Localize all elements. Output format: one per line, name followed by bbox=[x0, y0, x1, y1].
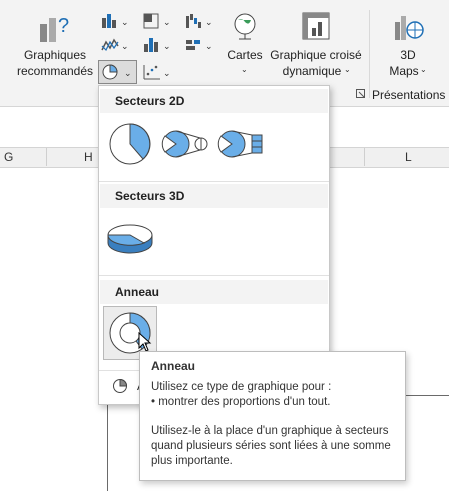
hierarchy-chart-icon: ⌄ bbox=[143, 13, 171, 29]
svg-text:⌄: ⌄ bbox=[205, 41, 213, 51]
svg-text:⌄: ⌄ bbox=[163, 41, 171, 51]
column-divider bbox=[364, 148, 365, 166]
combo-chart-icon: ⌄ bbox=[186, 40, 213, 51]
scatter-chart-icon: ⌄ bbox=[143, 65, 171, 80]
globe-icon bbox=[234, 13, 256, 40]
column-divider bbox=[46, 148, 47, 166]
section-header-donut: Anneau bbox=[100, 280, 328, 304]
column-header-l[interactable]: L bbox=[405, 150, 412, 164]
maps-chevron-icon: ⌄ bbox=[241, 65, 248, 74]
tooltip-line: • montrer des proportions d'un tout. bbox=[151, 396, 331, 408]
column-chart-icon: ⌄ bbox=[102, 14, 129, 28]
bar-of-pie-button[interactable] bbox=[215, 124, 267, 164]
svg-text:⌄: ⌄ bbox=[121, 41, 129, 51]
section-title-donut: Anneau bbox=[115, 285, 160, 299]
ribbon-separator bbox=[369, 10, 370, 98]
3d-maps-button[interactable]: 3D Maps ⌄ bbox=[380, 8, 436, 88]
statistic-chart-button[interactable]: ⌄ bbox=[142, 36, 172, 54]
waterfall-chart-icon: ⌄ bbox=[186, 14, 213, 28]
section-divider bbox=[99, 275, 329, 276]
pivot-chart-label-line1: Graphique croisé bbox=[270, 48, 362, 62]
column-header-h[interactable]: H bbox=[84, 150, 93, 164]
pie-2d-button[interactable] bbox=[105, 120, 155, 168]
3d-maps-chevron-icon: ⌄ bbox=[420, 65, 427, 74]
pivot-chart-chevron-icon: ⌄ bbox=[344, 65, 351, 74]
section-header-3d: Secteurs 3D bbox=[100, 184, 328, 208]
tooltip-line: plus importante. bbox=[151, 455, 233, 467]
section-header-2d: Secteurs 2D bbox=[100, 89, 328, 113]
recommended-charts-icon: ? bbox=[40, 15, 69, 42]
section-title-2d: Secteurs 2D bbox=[115, 94, 185, 108]
pie-2d-icon bbox=[109, 123, 151, 165]
recommended-charts-button[interactable]: ? Graphiques recommandés bbox=[14, 8, 96, 88]
section-title-3d: Secteurs 3D bbox=[115, 189, 185, 203]
pie-of-pie-button[interactable] bbox=[159, 124, 211, 164]
pie-chart-button[interactable]: ⌄ bbox=[98, 60, 137, 84]
column-chart-button[interactable]: ⌄ bbox=[100, 12, 130, 30]
chart-object-edge bbox=[404, 395, 449, 396]
3d-maps-label-line1: 3D bbox=[400, 48, 416, 62]
column-header-g[interactable]: G bbox=[4, 150, 13, 164]
donut-tooltip: Anneau Utilisez ce type de graphique pou… bbox=[139, 351, 406, 481]
tooltip-line: quand plusieurs séries sont liées à une … bbox=[151, 440, 391, 452]
bar-of-pie-icon bbox=[217, 130, 263, 158]
svg-text:⌄: ⌄ bbox=[121, 17, 129, 27]
hierarchy-chart-button[interactable]: ⌄ bbox=[142, 12, 172, 30]
svg-text:?: ? bbox=[58, 15, 69, 37]
tooltip-title: Anneau bbox=[151, 359, 196, 373]
pie-of-pie-icon bbox=[161, 130, 208, 158]
dialog-launcher-icon[interactable] bbox=[356, 89, 366, 99]
svg-text:⌄: ⌄ bbox=[124, 68, 132, 78]
3d-maps-icon bbox=[395, 16, 424, 40]
section-divider bbox=[99, 181, 329, 182]
pie-3d-button[interactable] bbox=[103, 216, 157, 258]
pivot-chart-icon bbox=[302, 12, 330, 40]
pie-small-icon bbox=[113, 378, 128, 393]
pivot-chart-button[interactable]: Graphique croisé dynamique ⌄ bbox=[268, 8, 364, 88]
group-label: Présentations bbox=[372, 88, 446, 102]
waterfall-chart-button[interactable]: ⌄ bbox=[184, 12, 214, 30]
recommended-charts-label-line2: recommandés bbox=[16, 64, 94, 78]
pie-chart-icon: ⌄ bbox=[102, 64, 132, 80]
svg-text:⌄: ⌄ bbox=[163, 68, 171, 78]
tooltip-line: Utilisez ce type de graphique pour : bbox=[151, 381, 332, 393]
recommended-charts-label-line1: Graphiques bbox=[23, 48, 87, 62]
maps-label: Cartes bbox=[227, 48, 263, 62]
scatter-chart-button[interactable]: ⌄ bbox=[142, 63, 172, 81]
tooltip-line: Utilisez-le à la place d'un graphique à … bbox=[151, 425, 389, 437]
pie-3d-icon bbox=[107, 224, 153, 254]
mouse-cursor-icon bbox=[138, 332, 152, 352]
svg-text:⌄: ⌄ bbox=[205, 17, 213, 27]
line-chart-icon: ⌄ bbox=[101, 38, 129, 52]
line-chart-button[interactable]: ⌄ bbox=[100, 36, 130, 54]
maps-button[interactable]: Cartes ⌄ bbox=[224, 8, 266, 88]
combo-chart-button[interactable]: ⌄ bbox=[184, 36, 214, 54]
svg-text:⌄: ⌄ bbox=[163, 17, 171, 27]
statistic-chart-icon: ⌄ bbox=[144, 38, 171, 52]
